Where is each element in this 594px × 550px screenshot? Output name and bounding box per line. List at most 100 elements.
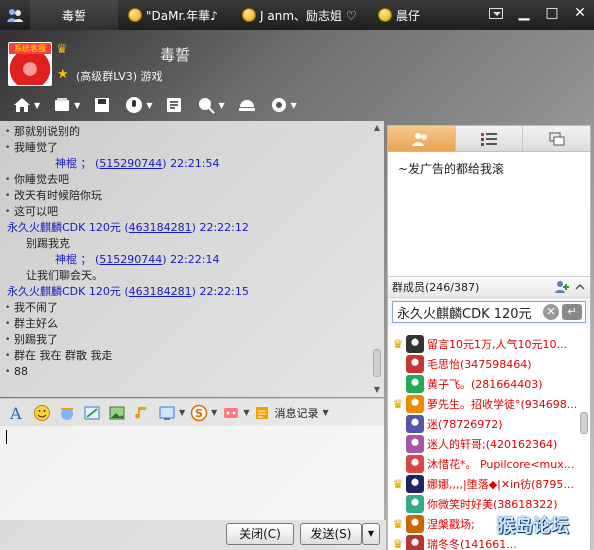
close-chat-button[interactable]: 关闭(C)	[226, 523, 294, 545]
clear-search-icon[interactable]: ✕	[543, 304, 559, 320]
members-icon	[412, 132, 428, 146]
home-button[interactable]: ▼	[8, 93, 44, 117]
list-icon	[481, 132, 497, 146]
list-item-partial	[388, 326, 590, 334]
crown-icon: ♛	[392, 477, 404, 491]
find-member-button[interactable]: ▼	[192, 93, 228, 117]
tab-2[interactable]: J anm、励志姐 ♡	[232, 0, 368, 30]
notice-icon	[167, 98, 182, 112]
watermark-url: BBS.HOUDAO.COM	[518, 538, 578, 546]
send-options-button[interactable]: ▼	[362, 523, 380, 545]
group-avatar[interactable]: 系统客服	[8, 42, 52, 86]
side-tabs	[388, 126, 590, 152]
message-input[interactable]	[0, 426, 384, 520]
sender-name[interactable]: 神棍 ；	[55, 253, 92, 266]
menu-button[interactable]	[482, 2, 510, 24]
member-row[interactable]: 沐惜花*。 Pupilcore<mux...	[388, 454, 590, 474]
emoji-button[interactable]	[31, 402, 53, 424]
tab-label: 晨仔	[396, 8, 421, 23]
settings-button[interactable]: ▼	[265, 93, 301, 117]
member-avatar	[406, 455, 424, 473]
member-scroll-thumb[interactable]	[580, 412, 588, 434]
smile-icon	[242, 8, 256, 22]
scroll-thumb[interactable]	[373, 349, 381, 377]
tab-1[interactable]: "DaMr.年華♪	[118, 0, 232, 30]
chat-message: 我不闹了	[0, 300, 370, 316]
share-button[interactable]: ▼	[48, 93, 84, 117]
tab-apps[interactable]	[523, 126, 590, 151]
chat-message-header: 神棍 ； (515290744) 22:21:54	[0, 156, 370, 172]
message-time: 22:22:12	[199, 221, 249, 234]
app-button[interactable]	[233, 93, 261, 117]
member-row[interactable]: 黄子飞。(281664403)	[388, 374, 590, 394]
scroll-up-icon[interactable]: ▲	[372, 123, 382, 133]
sender-name[interactable]: 永久火麒麟CDK 120元	[7, 285, 121, 298]
member-row[interactable]: 毛思怡(347598464)	[388, 354, 590, 374]
sender-id-link[interactable]: 515290744	[99, 157, 162, 170]
tab-label: J anm、励志姐 ♡	[260, 8, 357, 23]
send-button[interactable]: 发送(S)	[300, 523, 362, 545]
chat-message: 我睡觉了	[0, 140, 370, 156]
conversation-tab-strip: 毒誓 "DaMr.年華♪ J anm、励志姐 ♡ 晨仔 ▁ □ ✕	[0, 0, 594, 30]
member-row[interactable]: ♛ 留言10元1万,人气10元10...	[388, 334, 590, 354]
member-name: 瑞冬冬(141661...	[427, 538, 517, 550]
scroll-down-icon[interactable]: ▼	[372, 385, 382, 395]
tab-0[interactable]: 毒誓	[30, 0, 118, 30]
sender-id-link[interactable]: 515290744	[99, 253, 162, 266]
tab-list-icon[interactable]	[0, 0, 30, 30]
member-row[interactable]: 迷(78726972)	[388, 414, 590, 434]
message-time: 22:21:54	[170, 157, 220, 170]
member-name: 涅槃戳场;	[427, 518, 475, 531]
chat-message: 88	[0, 364, 370, 380]
magic-emoji-button[interactable]	[56, 402, 78, 424]
member-row[interactable]: ♛ 萝先生。招收学徒°(934698...	[388, 394, 590, 414]
sender-id-link[interactable]: 463184281	[129, 285, 192, 298]
chat-message: 别踢我克	[26, 237, 70, 250]
image-button[interactable]	[106, 402, 128, 424]
member-search-input[interactable]: 永久火麒麟CDK 120元 ✕ ↵	[392, 301, 586, 323]
member-avatar	[406, 415, 424, 433]
tab-list[interactable]	[456, 126, 524, 151]
tab-members[interactable]	[388, 126, 456, 151]
microphone-icon	[126, 97, 143, 113]
member-row[interactable]: 你微笑时好美(38618322)	[388, 494, 590, 514]
sender-name[interactable]: 神棍 ；	[55, 157, 92, 170]
paren: (	[120, 285, 129, 298]
whiteboard-button[interactable]: ▼	[156, 402, 185, 424]
notice-button[interactable]	[160, 93, 188, 117]
close-button[interactable]: ✕	[566, 2, 594, 24]
svg-text:S: S	[195, 407, 203, 420]
font-button[interactable]: A	[6, 402, 28, 424]
member-scrollbar[interactable]	[579, 326, 589, 550]
chevron-up-icon[interactable]	[574, 280, 586, 294]
music-button[interactable]	[131, 402, 153, 424]
tab-label: "DaMr.年華♪	[146, 8, 218, 23]
search-return-icon[interactable]: ↵	[562, 304, 582, 320]
sender-id-link[interactable]: 463184281	[129, 221, 192, 234]
member-row[interactable]: 迷人的轩哥;(420162364)	[388, 434, 590, 454]
member-row[interactable]: ♛ 娜娜,,,,|堕落◆|✕in彷(8795...	[388, 474, 590, 494]
crown-icon: ♛	[56, 42, 68, 57]
shake-icon	[224, 407, 239, 418]
tab-3[interactable]: 晨仔	[368, 0, 430, 30]
shake-button[interactable]: ▼	[220, 402, 249, 424]
sogou-button[interactable]: S ▼	[188, 402, 217, 424]
save-button[interactable]	[88, 93, 116, 117]
screenshot-button[interactable]	[81, 402, 103, 424]
add-member-icon[interactable]	[554, 280, 570, 294]
chat-message-header: 永久火麒麟CDK 120元 (463184281) 22:22:15	[0, 284, 370, 300]
maximize-button[interactable]: □	[538, 2, 566, 24]
minimize-button[interactable]: ▁	[510, 2, 538, 24]
crown-icon: ♛	[392, 537, 404, 550]
chat-message: 群在 我在 群散 我走	[0, 348, 370, 364]
message-log-label: 消息记录	[274, 406, 319, 420]
member-avatar	[406, 395, 424, 413]
message-log-button[interactable]: 消息记录 ▼	[254, 405, 329, 421]
tab-label: 毒誓	[61, 8, 86, 23]
chat-scrollbar[interactable]: ▲ ▼	[370, 121, 384, 397]
sender-name[interactable]: 永久火麒麟CDK 120元	[7, 221, 121, 234]
emoji-icon	[34, 404, 50, 421]
chat-message: 那就别说别的	[0, 124, 370, 140]
voice-button[interactable]: ▼	[120, 93, 156, 117]
chat-history[interactable]: 那就别说别的我睡觉了神棍 ； (515290744) 22:21:54你睡觉去吧…	[0, 121, 384, 397]
